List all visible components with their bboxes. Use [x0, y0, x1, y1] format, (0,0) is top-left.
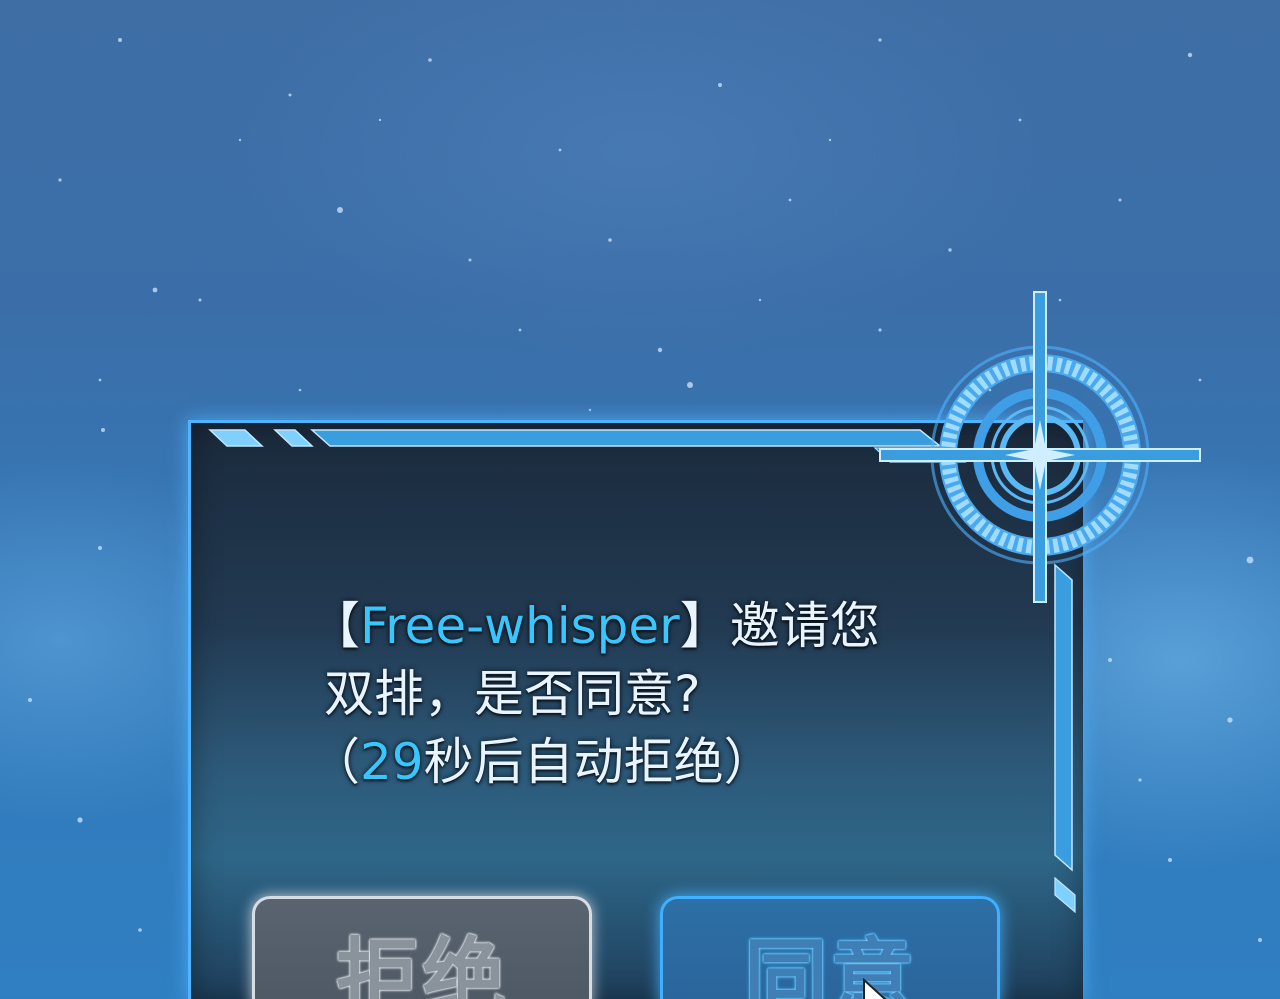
paren-open: （ [310, 733, 360, 791]
message-line-3: （29秒后自动拒绝） [310, 728, 1010, 796]
reject-button-label: 拒绝 [335, 929, 508, 999]
mouse-pointer-icon [863, 978, 887, 999]
bracket-open: 【 [310, 597, 360, 655]
message-line-2: 双排，是否同意? [324, 665, 701, 723]
accept-button[interactable]: 同意 [660, 896, 1000, 999]
countdown-suffix: 秒后自动拒绝 [423, 733, 724, 791]
paren-close: ） [723, 733, 774, 791]
invite-text: 邀请您 [729, 597, 880, 655]
inviter-username: Free-whisper [360, 597, 680, 655]
invite-message: 【Free-whisper】邀请您 双排，是否同意? （29秒后自动拒绝） [310, 592, 1010, 796]
message-line-1: 【Free-whisper】邀请您 [310, 592, 1010, 660]
countdown-seconds: 29 [360, 733, 424, 791]
reject-button[interactable]: 拒绝 [252, 896, 592, 999]
bracket-close: 】 [679, 597, 730, 655]
